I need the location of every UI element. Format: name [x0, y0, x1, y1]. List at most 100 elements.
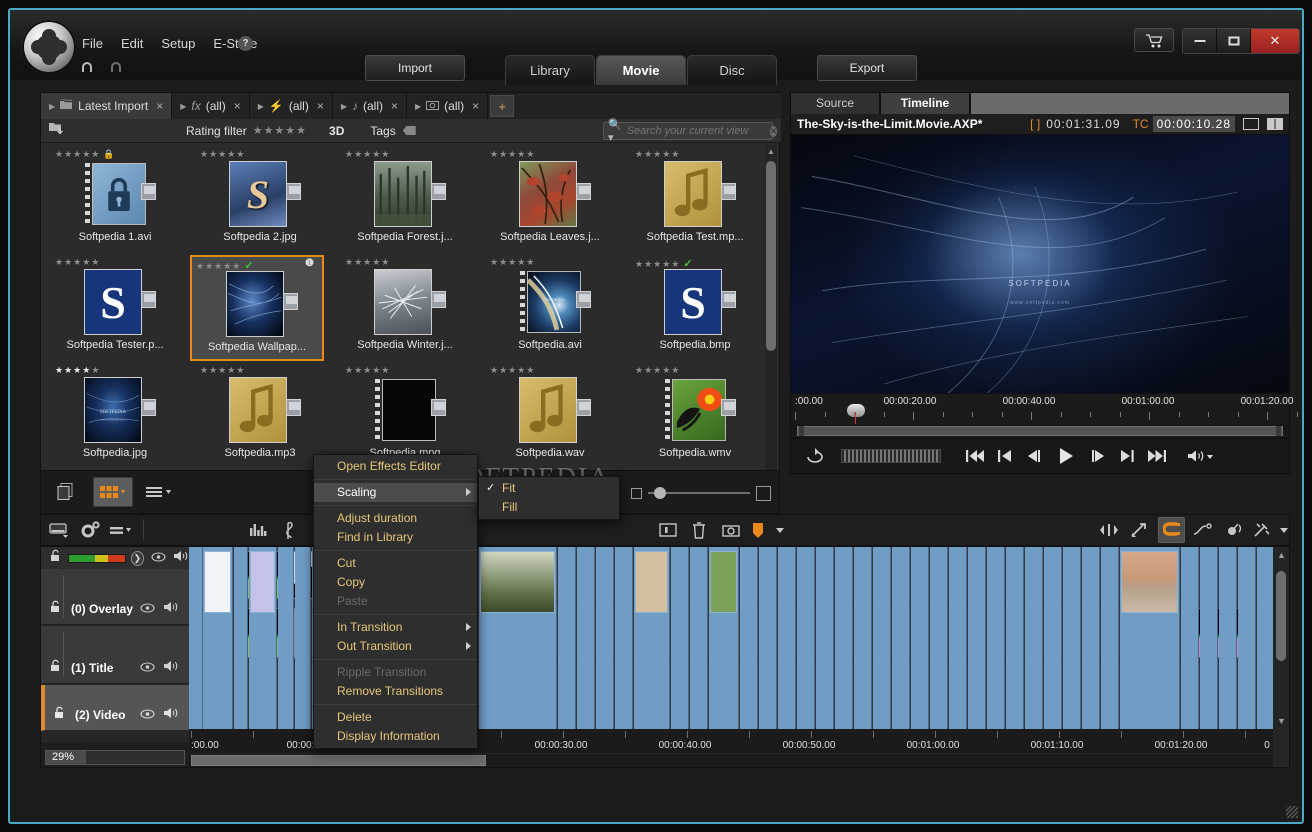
item-rating[interactable]: ★★★★★✓	[629, 257, 761, 268]
library-item[interactable]: ★★★★★Softpedia Leaves.j...	[484, 147, 616, 255]
scroll-down-icon[interactable]: ▼	[1277, 716, 1286, 726]
library-tab-photo[interactable]: ▶ (all) ×	[407, 93, 488, 119]
keyframe-icon[interactable]	[1189, 517, 1216, 543]
item-pages-icon[interactable]	[576, 399, 591, 416]
item-pages-icon[interactable]	[576, 183, 591, 200]
item-pages-icon[interactable]	[431, 399, 446, 416]
item-pages-icon[interactable]	[721, 399, 736, 416]
submenu-item[interactable]: Fill	[479, 498, 619, 517]
clip-context-menu[interactable]: Open Effects EditorScalingAdjust duratio…	[313, 454, 478, 749]
split-icon[interactable]	[1127, 517, 1154, 543]
timeline-video-clip[interactable]	[615, 547, 633, 729]
track-header-overlay[interactable]: (0) Overlay	[41, 569, 189, 625]
timeline-video-clip[interactable]	[234, 547, 248, 729]
pages-icon[interactable]	[47, 477, 87, 507]
item-rating[interactable]: ★★★★★	[49, 365, 181, 376]
audio-mixer-icon[interactable]	[244, 517, 271, 543]
timeline-video-clip[interactable]	[1006, 547, 1024, 729]
timeline-video-clip[interactable]	[634, 547, 670, 729]
library-item[interactable]: ★★★★★Softpedia.wmv	[629, 363, 761, 471]
item-rating[interactable]: ★★★★★✓	[192, 259, 322, 270]
minimize-button[interactable]	[1183, 29, 1217, 53]
library-item[interactable]: ★★★★★Softpedia Test.mp...	[629, 147, 761, 255]
add-library-tab-button[interactable]: +	[490, 95, 514, 117]
timeline-video-clip[interactable]	[1044, 547, 1062, 729]
magnet-icon[interactable]	[1158, 517, 1186, 543]
library-item[interactable]: ★★★★★softpediaSoftpedia.avi	[484, 255, 616, 363]
export-button[interactable]: Export	[817, 55, 917, 81]
item-pages-icon[interactable]	[721, 183, 736, 200]
help-icon[interactable]: ?	[238, 36, 253, 51]
item-rating[interactable]: ★★★★★	[484, 257, 616, 268]
timeline-video-clip[interactable]	[189, 547, 203, 729]
track-header-video[interactable]: (2) Video	[41, 685, 189, 731]
library-scroll-thumb[interactable]	[766, 161, 776, 351]
item-rating[interactable]: ★★★★★	[194, 365, 326, 376]
search-box[interactable]: 🔍▾ ✕	[603, 122, 773, 140]
timeline-video-clip[interactable]	[295, 547, 311, 729]
track-audio-icon[interactable]	[163, 659, 179, 677]
submenu-item[interactable]: Fit✓	[479, 479, 619, 498]
library-item[interactable]: ★★★★★Softpedia Winter.j...	[339, 255, 471, 363]
item-pages-icon[interactable]	[431, 183, 446, 200]
tab-library[interactable]: Library	[505, 55, 595, 85]
item-rating[interactable]: ★★★★★	[339, 365, 471, 376]
track-visibility-icon[interactable]	[140, 706, 155, 724]
timeline-video-clip[interactable]	[987, 547, 1005, 729]
library-item[interactable]: ★★★★★SOFTPEDIAwww.softpedia.comSoftpedia…	[49, 363, 181, 471]
timeline-vertical-scrollbar[interactable]: ▲ ▼	[1273, 547, 1289, 729]
master-lock-icon[interactable]	[49, 549, 62, 567]
library-item[interactable]: ★★★★★SSoftpedia Tester.p...	[49, 255, 181, 363]
item-pages-icon[interactable]	[286, 183, 301, 200]
clip-properties-icon[interactable]	[654, 517, 681, 543]
preview-video[interactable]: SOFTPEDIA www.softpedia.com	[790, 134, 1290, 394]
library-item[interactable]: ★★★★★SSoftpedia 2.jpg	[194, 147, 326, 255]
timeline-video-clip[interactable]	[1200, 547, 1218, 729]
timeline-video-clip[interactable]	[911, 547, 929, 729]
library-tab-audio[interactable]: ▶ ♪ (all) ×	[333, 93, 407, 119]
timeline-video-clip[interactable]	[759, 547, 777, 729]
library-item[interactable]: ★★★★★Softpedia.mp3	[194, 363, 326, 471]
timeline-video-clip[interactable]	[1257, 547, 1273, 729]
close-tab-icon[interactable]: ×	[391, 99, 398, 113]
snapshot-icon[interactable]	[717, 517, 744, 543]
settings-gear-icon[interactable]	[76, 517, 103, 543]
item-rating[interactable]: ★★★★★	[484, 149, 616, 160]
menu-setup[interactable]: Setup	[161, 36, 195, 51]
filter-3d-label[interactable]: 3D	[329, 124, 344, 138]
context-menu-item[interactable]: Remove Transitions	[314, 682, 477, 701]
music-icon[interactable]	[275, 517, 302, 543]
info-icon[interactable]: ❶	[305, 258, 314, 269]
thumbnail-size-slider[interactable]	[631, 485, 771, 501]
timeline-scroll-thumb[interactable]	[191, 755, 486, 766]
import-media-icon[interactable]	[49, 122, 64, 140]
menu-file[interactable]: File	[82, 36, 103, 51]
library-item[interactable]: ★★★★★✓❶Softpedia Wallpap...	[190, 255, 324, 361]
timeline-video-clip[interactable]	[709, 547, 739, 729]
timeline-video-clip[interactable]	[1219, 547, 1237, 729]
size-slider-track[interactable]	[648, 492, 750, 494]
timeline-video-clip[interactable]	[671, 547, 689, 729]
library-item[interactable]: ★★★★★🔒Softpedia 1.avi	[49, 147, 181, 255]
item-rating[interactable]: ★★★★★	[629, 365, 761, 376]
track-audio-icon[interactable]	[163, 706, 179, 724]
scroll-up-icon[interactable]: ▲	[767, 147, 775, 156]
marker-dropdown-icon[interactable]	[772, 517, 785, 543]
timeline-video-clip[interactable]	[1082, 547, 1100, 729]
item-pages-icon[interactable]	[141, 183, 156, 200]
context-menu-item[interactable]: Find in Library	[314, 528, 477, 547]
track-visibility-icon[interactable]	[140, 659, 155, 677]
library-item[interactable]: ★★★★★✓SSoftpedia.bmp	[629, 255, 761, 363]
context-menu-item[interactable]: Delete	[314, 708, 477, 727]
track-lock-icon[interactable]	[49, 659, 63, 678]
item-rating[interactable]: ★★★★★	[339, 149, 471, 160]
track-visibility-icon[interactable]	[140, 600, 155, 618]
preview-scrub-grip-left[interactable]	[799, 426, 804, 436]
tab-disc[interactable]: Disc	[687, 55, 777, 85]
step-back-icon[interactable]	[1025, 449, 1041, 463]
tab-source[interactable]: Source	[790, 92, 880, 114]
item-pages-icon[interactable]	[576, 291, 591, 308]
timeline-video-clip[interactable]	[778, 547, 796, 729]
item-rating[interactable]: ★★★★★🔒	[49, 149, 181, 160]
preview-scrub-bar[interactable]	[797, 426, 1283, 436]
